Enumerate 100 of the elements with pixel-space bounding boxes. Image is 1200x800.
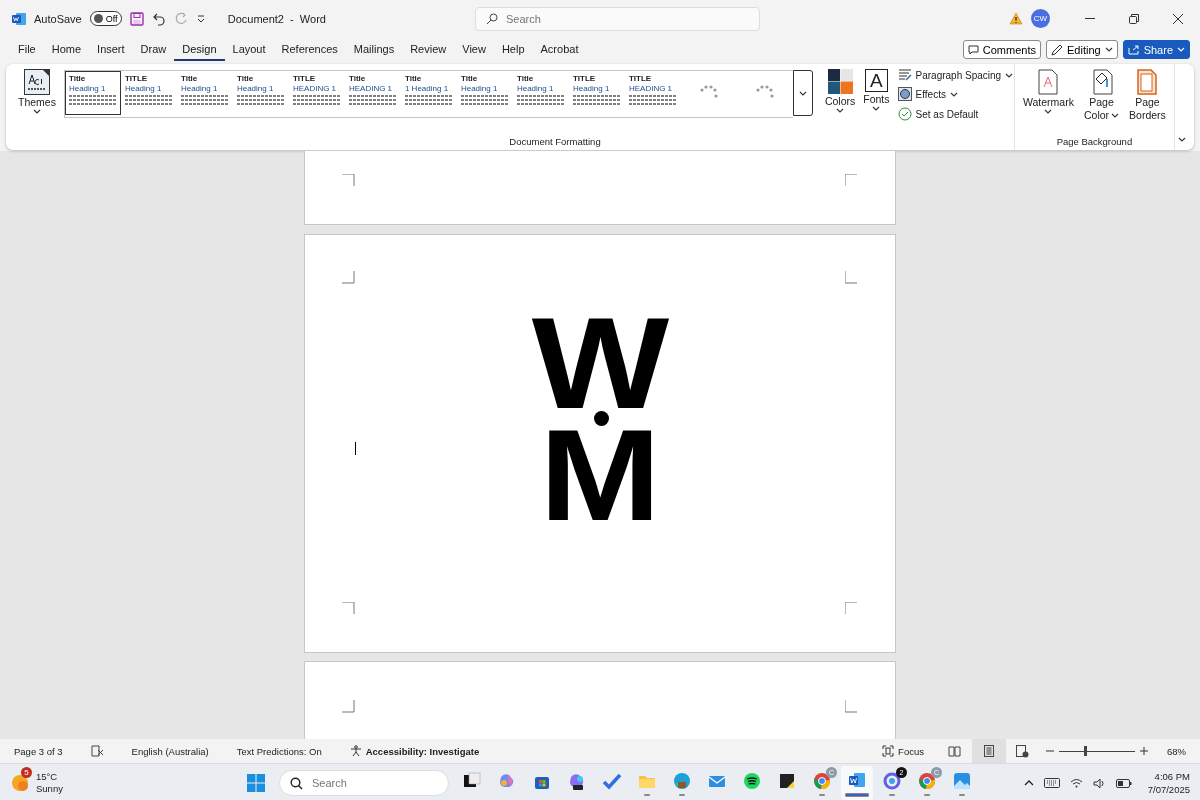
page-borders-button[interactable]: Page Borders [1125, 69, 1170, 121]
chevron-up-icon[interactable] [1023, 780, 1034, 786]
search-field[interactable]: Search [475, 6, 760, 31]
temperature[interactable]: 15°C [36, 771, 63, 783]
save-icon[interactable] [129, 11, 144, 26]
colors-button[interactable]: Colors [820, 69, 860, 113]
themes-button[interactable]: Themes [6, 69, 60, 114]
focus-button[interactable]: Focus [882, 745, 924, 757]
editing-button[interactable]: Editing [1046, 40, 1118, 59]
body-text-lines [236, 95, 285, 106]
zoom-in-icon[interactable] [1140, 747, 1148, 755]
focus-icon [882, 745, 895, 757]
style-set-option[interactable]: Title Heading 1 [512, 71, 569, 115]
crop-mark [845, 602, 858, 615]
taskbar-app[interactable] [841, 766, 873, 800]
style-set-option[interactable]: Title Heading 1 [456, 71, 513, 115]
checkmark-circle-icon [897, 107, 912, 121]
proofing-icon[interactable] [90, 745, 104, 757]
logo-dot [593, 411, 609, 426]
style-set-option[interactable]: Title Heading 1 [64, 71, 121, 115]
chevron-down-icon [1177, 47, 1185, 52]
crop-mark [342, 271, 355, 284]
page-count[interactable]: Page 3 of 3 [14, 745, 63, 757]
undo-icon[interactable] [151, 11, 166, 26]
ribbon-tab[interactable]: Insert [89, 38, 133, 61]
weather-condition[interactable]: Sunny [36, 783, 63, 795]
set-as-default-button[interactable]: Set as Default [897, 107, 1014, 121]
word-logo-icon [12, 11, 26, 26]
style-heading: Heading 1 [516, 84, 555, 94]
style-set-option[interactable]: TITLE HEADING 1 [624, 71, 681, 115]
globe-icon [672, 770, 692, 791]
zoom-slider-thumb[interactable] [1084, 745, 1088, 756]
window-title: Document2 - Word [227, 12, 326, 25]
style-set-option[interactable]: TITLE HEADING 1 [288, 71, 345, 115]
style-heading: Heading 1 [68, 84, 107, 94]
style-title: Title [68, 74, 87, 83]
zoom-percentage[interactable]: 68% [1167, 745, 1186, 757]
ribbon-tab[interactable]: Acrobat [532, 38, 587, 61]
ribbon-tab[interactable]: References [273, 38, 346, 61]
style-set-option[interactable]: TITLE Heading 1 [568, 71, 625, 115]
style-set-option[interactable]: TITLE Heading 1 [120, 71, 177, 115]
page-color-button[interactable]: Page Color [1079, 69, 1124, 121]
close-icon [1173, 13, 1183, 24]
accessibility-status[interactable]: Accessibility: Investigate [349, 745, 480, 757]
effects-button[interactable]: Effects [897, 87, 1014, 101]
share-icon [1127, 44, 1140, 55]
style-set-option[interactable]: Title 1 Heading 1 [400, 71, 457, 115]
style-set-option[interactable]: Title Heading 1 [232, 71, 289, 115]
customize-menu-icon[interactable] [195, 13, 206, 24]
keyboard-icon[interactable] [1043, 778, 1060, 788]
style-heading: 1 Heading 1 [404, 84, 450, 94]
ribbon-tab[interactable]: Layout [224, 38, 274, 61]
style-title: Title [180, 74, 199, 83]
style-heading: Heading 1 [572, 84, 611, 94]
style-heading: Heading 1 [236, 84, 275, 94]
paragraph-spacing-button[interactable]: Paragraph Spacing [897, 69, 1014, 81]
windows-start-icon[interactable] [247, 774, 265, 792]
ribbon-tab[interactable]: Design [174, 38, 225, 61]
running-indicator [924, 793, 930, 796]
ribbon-tab[interactable]: View [454, 38, 494, 61]
running-indicator [679, 793, 685, 796]
page-color-icon [1090, 69, 1113, 95]
zoom-out-icon[interactable] [1046, 747, 1054, 755]
ribbon-tab[interactable]: Review [402, 38, 455, 61]
chevron-down-icon [32, 109, 41, 114]
fonts-button[interactable]: A Fonts [859, 69, 894, 111]
ribbon-tab[interactable]: Mailings [345, 38, 403, 61]
taskbar-search-field[interactable]: Search [279, 770, 449, 796]
crop-mark [845, 271, 858, 284]
wifi-icon[interactable] [1069, 778, 1083, 788]
style-heading: Heading 1 [180, 84, 219, 94]
watermark-button[interactable]: Watermark [1019, 69, 1078, 114]
style-title: TITLE [628, 74, 653, 83]
comment-icon [967, 44, 979, 55]
style-title: TITLE [292, 74, 317, 83]
running-indicator [845, 792, 869, 797]
ribbon-tab[interactable]: Help [493, 38, 533, 61]
comments-button[interactable]: Comments [962, 40, 1041, 59]
warning-icon[interactable] [1009, 12, 1023, 25]
chevron-down-icon [798, 90, 807, 96]
share-button[interactable]: Share [1122, 40, 1190, 59]
running-indicator [889, 793, 895, 796]
view-button[interactable] [972, 739, 1006, 763]
body-text-lines [68, 95, 117, 106]
gallery-more-button[interactable] [792, 70, 813, 116]
language-status[interactable]: English (Australia) [131, 745, 209, 757]
clock[interactable]: 4:06 PM 7/07/2025 [1147, 770, 1190, 796]
chevron-down-icon [1104, 47, 1113, 52]
user-avatar[interactable]: CW [1031, 9, 1050, 28]
ribbon-tab[interactable]: File [10, 38, 44, 61]
style-set-option[interactable]: Title HEADING 1 [344, 71, 401, 115]
text-predictions-status[interactable]: Text Predictions: On [236, 745, 322, 757]
running-indicator [959, 793, 965, 796]
battery-icon[interactable] [1115, 778, 1132, 788]
speaker-icon[interactable] [1092, 777, 1106, 789]
ribbon-tab[interactable]: Draw [132, 38, 175, 61]
autosave-toggle[interactable]: Off [89, 11, 122, 26]
style-heading: Heading 1 [460, 84, 499, 94]
style-set-option[interactable]: Title Heading 1 [176, 71, 233, 115]
ribbon-tab[interactable]: Home [43, 38, 90, 61]
